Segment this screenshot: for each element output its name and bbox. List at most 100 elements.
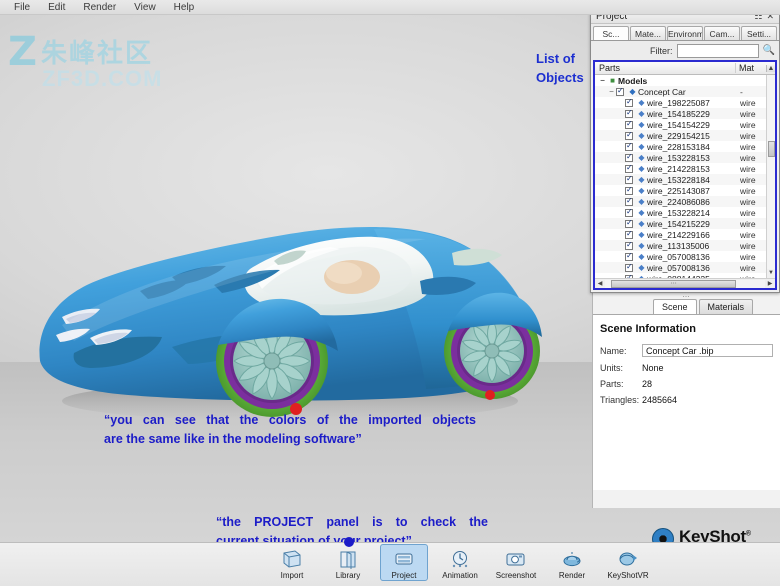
scene-info-value: 28	[642, 379, 653, 389]
visibility-checkbox[interactable]	[625, 163, 633, 173]
toolbar-button-label: Library	[335, 571, 361, 580]
toolbar-button-animation[interactable]: Animation	[436, 544, 484, 581]
project-tab-3[interactable]: Cam...	[704, 26, 740, 40]
parts-tree-row[interactable]: ◆wire_057008136 wire	[595, 251, 766, 262]
toolbar-button-project[interactable]: Project	[380, 544, 428, 581]
scene-tab-scene[interactable]: Scene	[653, 299, 697, 314]
column-header-parts: Parts	[595, 63, 736, 73]
part-name: wire_057008136	[647, 251, 710, 262]
visibility-checkbox[interactable]	[625, 119, 633, 129]
hscroll-track[interactable]: ⋯	[605, 279, 765, 288]
parts-tree-rows[interactable]: −■Models−◆Concept Car-◆wire_198225087wir…	[595, 75, 766, 278]
scroll-right-arrow[interactable]: ▶	[765, 280, 775, 287]
vscroll-thumb[interactable]	[768, 140, 775, 157]
filter-bar[interactable]: Filter: 🔍	[591, 41, 779, 60]
parts-tree-row[interactable]: ◆wire_214229166 wire	[595, 229, 766, 240]
parts-tree-vertical-scrollbar[interactable]: ▼	[766, 75, 775, 278]
scene-tab-materials[interactable]: Materials	[698, 299, 754, 314]
part-material: wire	[740, 229, 756, 240]
visibility-checkbox[interactable]	[625, 152, 633, 162]
keyshot-aperture-icon	[652, 527, 674, 542]
part-name: wire_153228214	[647, 207, 710, 218]
annotation-list-line1: List of	[536, 51, 575, 66]
project-tab-2[interactable]: Environm...	[667, 26, 703, 40]
parts-tree-row[interactable]: ◆wire_198225087 wire	[595, 97, 766, 108]
scroll-left-arrow[interactable]: ◀	[595, 280, 605, 287]
visibility-checkbox[interactable]	[625, 174, 633, 184]
visibility-checkbox[interactable]	[625, 185, 633, 195]
visibility-checkbox[interactable]	[625, 273, 633, 278]
keyshotvr-icon	[605, 547, 651, 571]
scene-name-input[interactable]	[642, 344, 773, 357]
part-icon: ◆	[638, 208, 645, 217]
visibility-checkbox[interactable]	[625, 218, 633, 228]
parts-tree-horizontal-scrollbar[interactable]: ◀ ⋯ ▶	[595, 278, 775, 288]
scroll-down-arrow[interactable]: ▼	[768, 269, 774, 278]
menu-item-render[interactable]: Render	[74, 0, 125, 15]
menu-item-file[interactable]: File	[5, 0, 39, 15]
hscroll-thumb[interactable]: ⋯	[611, 279, 737, 288]
part-icon: ◆	[638, 131, 645, 140]
vscroll-track[interactable]	[767, 75, 775, 269]
parts-tree-row[interactable]: ◆wire_153228153 wire	[595, 152, 766, 163]
part-icon: ◆	[638, 142, 645, 151]
parts-tree-header: Parts Mat ▲	[595, 62, 775, 75]
parts-tree-row[interactable]: ◆wire_113135006 wire	[595, 240, 766, 251]
parts-tree-row[interactable]: ◆wire_153228214 wire	[595, 207, 766, 218]
parts-tree-row[interactable]: ◆wire_229154215 wire	[595, 130, 766, 141]
parts-tree-row[interactable]: − ◆Concept Car -	[595, 86, 766, 97]
parts-tree-row[interactable]: ◆wire_214228153 wire	[595, 163, 766, 174]
parts-tree-row[interactable]: − ■ Models	[595, 75, 766, 86]
toolbar-button-render[interactable]: Render	[548, 544, 596, 581]
part-icon: ◆	[638, 230, 645, 239]
expander-icon[interactable]: −	[598, 76, 607, 85]
scene-information-panel[interactable]: ⋯ Scene Materials Scene Information Name:…	[592, 293, 780, 508]
project-tab-1[interactable]: Mate...	[630, 26, 666, 40]
parts-tree-row[interactable]: ◆wire_154154229 wire	[595, 119, 766, 130]
annotation-colors-line1: “you can see that the colors of the impo…	[104, 413, 476, 427]
parts-tree-row[interactable]: ◆wire_154185229 wire	[595, 108, 766, 119]
menu-item-view[interactable]: View	[125, 0, 165, 15]
annotation-project-line1: “the PROJECT panel is to check the	[216, 515, 488, 529]
project-tab-4[interactable]: Setti...	[741, 26, 777, 40]
visibility-checkbox[interactable]	[616, 86, 624, 96]
filter-input[interactable]	[676, 43, 759, 58]
project-panel-tabs[interactable]: Sc...Mate...Environm...Cam...Setti...	[591, 24, 779, 41]
visibility-checkbox[interactable]	[625, 97, 633, 107]
visibility-checkbox[interactable]	[625, 130, 633, 140]
toolbar-button-import[interactable]: Import	[268, 544, 316, 581]
toolbar-button-library[interactable]: Library	[324, 544, 372, 581]
parts-tree-row[interactable]: ◆wire_057008136 wire	[595, 262, 766, 273]
visibility-checkbox[interactable]	[625, 251, 633, 261]
visibility-checkbox[interactable]	[625, 141, 633, 151]
parts-tree-frame: Parts Mat ▲ −■Models−◆Concept Car-◆wire_…	[593, 60, 777, 290]
visibility-checkbox[interactable]	[625, 207, 633, 217]
scene-panel-tabs[interactable]: Scene Materials	[593, 299, 780, 314]
search-icon[interactable]: 🔍	[763, 45, 775, 56]
parts-tree-row[interactable]: ◆wire_224086086 wire	[595, 196, 766, 207]
visibility-checkbox[interactable]	[625, 262, 633, 272]
visibility-checkbox[interactable]	[625, 108, 633, 118]
scene-info-key: Name:	[600, 345, 627, 356]
concept-car-model[interactable]	[22, 165, 562, 425]
menu-item-edit[interactable]: Edit	[39, 0, 74, 15]
toolbar-button-screenshot[interactable]: Screenshot	[492, 544, 540, 581]
parts-tree-row[interactable]: ◆wire_153228184 wire	[595, 174, 766, 185]
visibility-checkbox[interactable]	[625, 196, 633, 206]
part-material: wire	[740, 163, 756, 174]
parts-tree-row[interactable]: ◆wire_228153184 wire	[595, 141, 766, 152]
visibility-checkbox[interactable]	[625, 240, 633, 250]
parts-tree-row[interactable]: ◆wire_154215229 wire	[595, 218, 766, 229]
part-name: wire_214228153	[647, 163, 710, 174]
parts-tree-row[interactable]: ◆wire_225143087 wire	[595, 185, 766, 196]
bottom-toolbar-items[interactable]: Import Library Project Animation Screenshot R…	[268, 544, 652, 581]
expander-icon[interactable]: −	[607, 87, 616, 96]
part-icon: ◆	[638, 241, 645, 250]
scroll-up-arrow[interactable]: ▲	[766, 64, 775, 72]
scene-info-key: Parts:	[600, 379, 624, 389]
project-panel[interactable]: Project ☷ ✕ Sc...Mate...Environm...Cam..…	[590, 8, 780, 293]
menu-item-help[interactable]: Help	[165, 0, 204, 15]
project-tab-0[interactable]: Sc...	[593, 26, 629, 40]
visibility-checkbox[interactable]	[625, 229, 633, 239]
toolbar-button-keyshotvr[interactable]: KeyShotVR	[604, 544, 652, 581]
